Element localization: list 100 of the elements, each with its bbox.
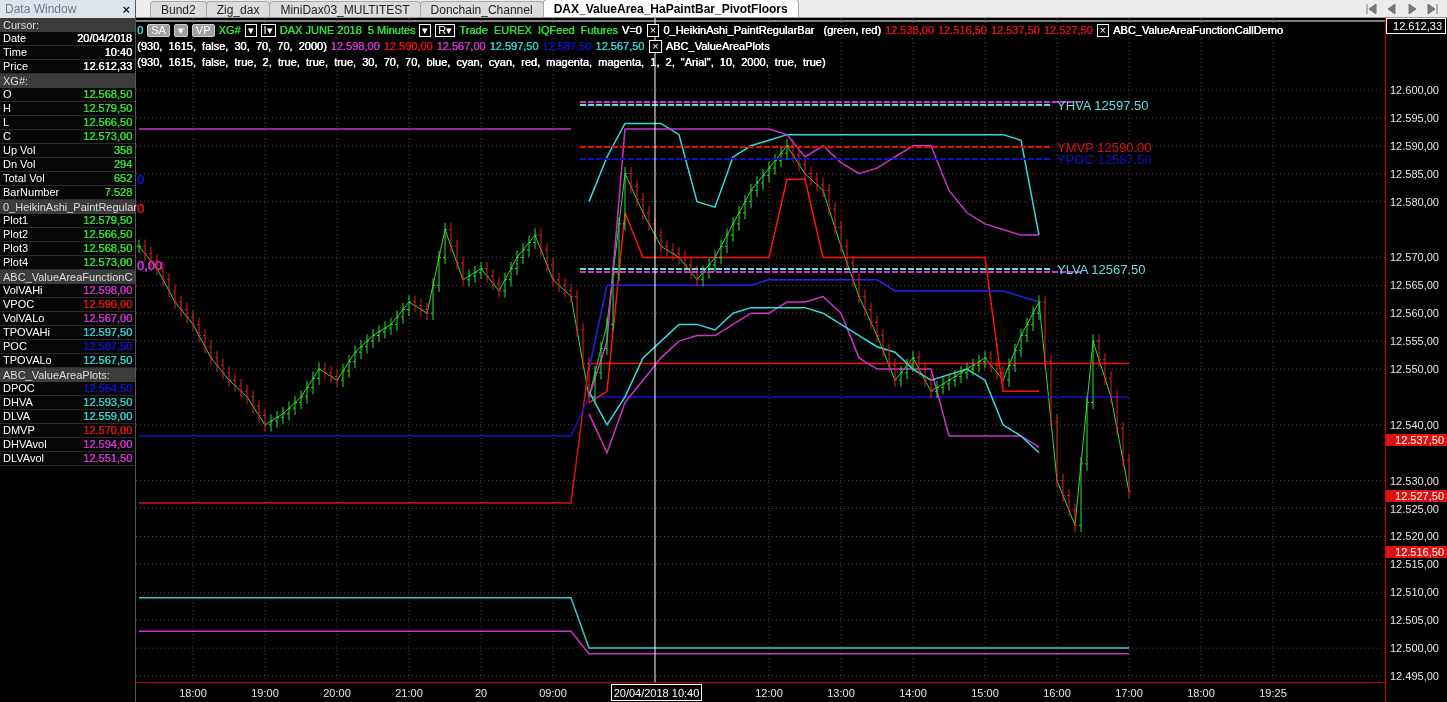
legend-text: 12.598,00 (330, 40, 380, 52)
time-axis-label: 18:00 (1187, 687, 1215, 699)
field-label: POC (3, 340, 27, 353)
field-value: 12.598,00 (83, 284, 132, 297)
field-value: 652 (113, 172, 132, 185)
field-label: Plot1 (3, 214, 29, 227)
legend-text: ABC_ValueAreaPlots (665, 40, 770, 52)
field-label: Total Vol (3, 172, 45, 185)
time-axis-label: 18:00 (179, 687, 207, 699)
time-axis-label: 09:00 (539, 687, 567, 699)
close-button[interactable]: × (120, 1, 132, 17)
legend-text: Trade EUREX IQFeed Futures (459, 24, 618, 36)
legend-text: 12.516,50 (937, 24, 987, 36)
section-header: ABC_ValueAreaPlots: (0, 368, 135, 382)
legend-text: 12.567,00 (436, 40, 486, 52)
time-axis-label: 12:00 (755, 687, 783, 699)
field-label: DMVP (3, 424, 35, 437)
field-value: 12.568,50 (83, 242, 132, 255)
field-value: 10:40 (104, 46, 132, 59)
field-label: DHVA (3, 396, 33, 409)
cursor-time-label: 20/04/2018 10:40 (611, 684, 702, 701)
legend-text: V=0 (621, 24, 642, 36)
time-axis-label: 13:00 (827, 687, 855, 699)
legend-text: 12.597,50 (489, 40, 539, 52)
time-axis-label: 16:00 (1043, 687, 1071, 699)
price-axis-label: 12.570,00 (1390, 251, 1439, 264)
section-header: XG#: (0, 74, 135, 88)
field-value: 20/04/2018 (76, 32, 132, 45)
toolbar-button[interactable]: ▾ (419, 23, 432, 37)
level-label: YLVA 12567.50 (1057, 262, 1146, 277)
price-axis-label: 12.590,00 (1390, 139, 1439, 152)
toolbar-button[interactable]: ▾ (244, 23, 257, 37)
price-axis-label: 12.520,00 (1390, 530, 1439, 543)
field-value: 12.593,50 (83, 396, 132, 409)
field-label: C (3, 130, 11, 143)
field-value: 12.594,00 (83, 438, 132, 451)
price-axis-label: 12.500,00 (1390, 642, 1439, 655)
field-label: VPOC (3, 298, 35, 311)
toolbar-button[interactable]: I▾ (260, 23, 276, 37)
field-label: DPOC (3, 382, 35, 395)
tab[interactable]: MiniDax03_MULTITEST (269, 1, 421, 17)
field-label: O (3, 88, 12, 101)
field-label: Date (3, 32, 27, 45)
field-label: Price (3, 60, 29, 73)
skip-end-icon[interactable] (1425, 1, 1439, 16)
tab[interactable]: Bund2 (150, 1, 207, 17)
toolbar-button[interactable]: × (1096, 23, 1109, 37)
field-value: 12.579,50 (83, 102, 132, 115)
field-value: 294 (113, 158, 132, 171)
field-value: 12.566,50 (83, 228, 132, 241)
toolbar-button[interactable]: × (646, 23, 660, 37)
field-value: 12.567,50 (83, 354, 132, 367)
field-value: 12.573,00 (83, 130, 132, 143)
field-label: H (3, 102, 11, 115)
panel-title: Data Window (5, 2, 77, 16)
field-label: Plot3 (3, 242, 29, 255)
time-axis-label: 19:25 (1259, 687, 1287, 699)
level-label: YMVP 12590.00 (1057, 140, 1152, 155)
price-axis-label: 12.580,00 (1390, 195, 1439, 208)
previous-icon[interactable] (1385, 1, 1399, 16)
tab[interactable]: DAX_ValueArea_HaPaintBar_PivotFloors (542, 0, 799, 17)
field-value: 12.566,50 (83, 116, 132, 129)
tab[interactable]: Donchain_Channel (419, 1, 544, 17)
legend-text: DAX JUNE 2018 5 Minutes (279, 24, 416, 36)
legend-text: ABC_ValueAreaFunctionCallDemo (1113, 24, 1283, 36)
price-axis-label: 12.550,00 (1390, 363, 1439, 376)
next-icon[interactable] (1405, 1, 1419, 16)
time-axis-label: 21:00 (395, 687, 423, 699)
price-tag: 12.537,50 (1386, 434, 1447, 446)
time-axis-label: 17:00 (1115, 687, 1143, 699)
field-label: DLVA (3, 410, 31, 423)
legend-text: 12.590,00 (383, 40, 433, 52)
price-axis-label: 12.555,00 (1390, 335, 1439, 348)
field-value: 12.559,00 (83, 410, 132, 423)
tab[interactable]: Zig_dax (205, 1, 271, 17)
field-label: VolVALo (3, 312, 45, 325)
field-label: DLVAvol (3, 452, 44, 465)
toolbar-button[interactable]: × (649, 39, 662, 53)
field-value: 12.567,00 (83, 312, 132, 325)
legend-text: 12.587,50 (542, 40, 592, 52)
level-label: YHVA 12597.50 (1057, 98, 1149, 113)
price-axis-label: 12.515,00 (1390, 558, 1439, 571)
price-axis-label: 12.530,00 (1390, 474, 1439, 487)
time-axis-label: 20 (474, 687, 488, 699)
field-label: VolVAHi (3, 284, 43, 297)
legend-text: 12.527,50 (1043, 24, 1093, 36)
time-axis-label: 20:00 (323, 687, 351, 699)
price-axis-label: 12.525,00 (1390, 502, 1439, 515)
price-axis-label: 12.510,00 (1390, 586, 1439, 599)
field-value: 7.528 (104, 186, 132, 199)
legend-text: (930, 1615, false, true, 2, true, true, true, 30, 70, 70, blue, cyan, cyan, red, magenta, magenta, 1, 2, "Arial", 10, 2000, true, true) (137, 56, 826, 68)
level-label: YPOC 12587.50 (1057, 152, 1152, 167)
field-value: 12.573,00 (83, 256, 132, 269)
cursor-price-label: 12.612,33 (1386, 18, 1446, 34)
field-value: 12.564,50 (83, 382, 132, 395)
toolbar-button[interactable]: R▾ (435, 23, 456, 37)
price-axis-label: 12.540,00 (1390, 418, 1439, 431)
skip-start-icon[interactable] (1365, 1, 1379, 16)
field-value: 12.579,50 (83, 214, 132, 227)
price-axis-label: 12.560,00 (1390, 307, 1439, 320)
